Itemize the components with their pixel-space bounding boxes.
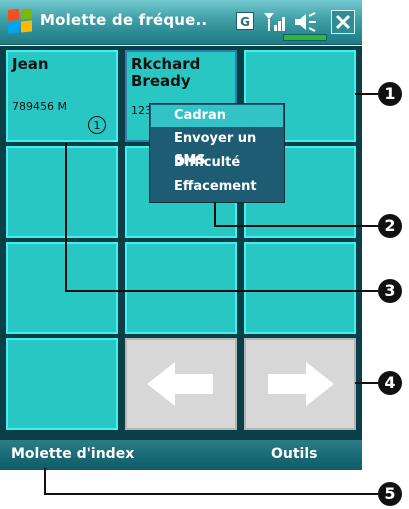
callout-badge-5: 5 <box>378 482 402 506</box>
callout-badge-2: 2 <box>378 214 402 238</box>
callout-badge-4: 4 <box>378 371 402 395</box>
callout-badge-1: 1 <box>378 82 402 106</box>
callout-lines <box>44 93 378 495</box>
callout-badge-3: 3 <box>378 279 402 303</box>
